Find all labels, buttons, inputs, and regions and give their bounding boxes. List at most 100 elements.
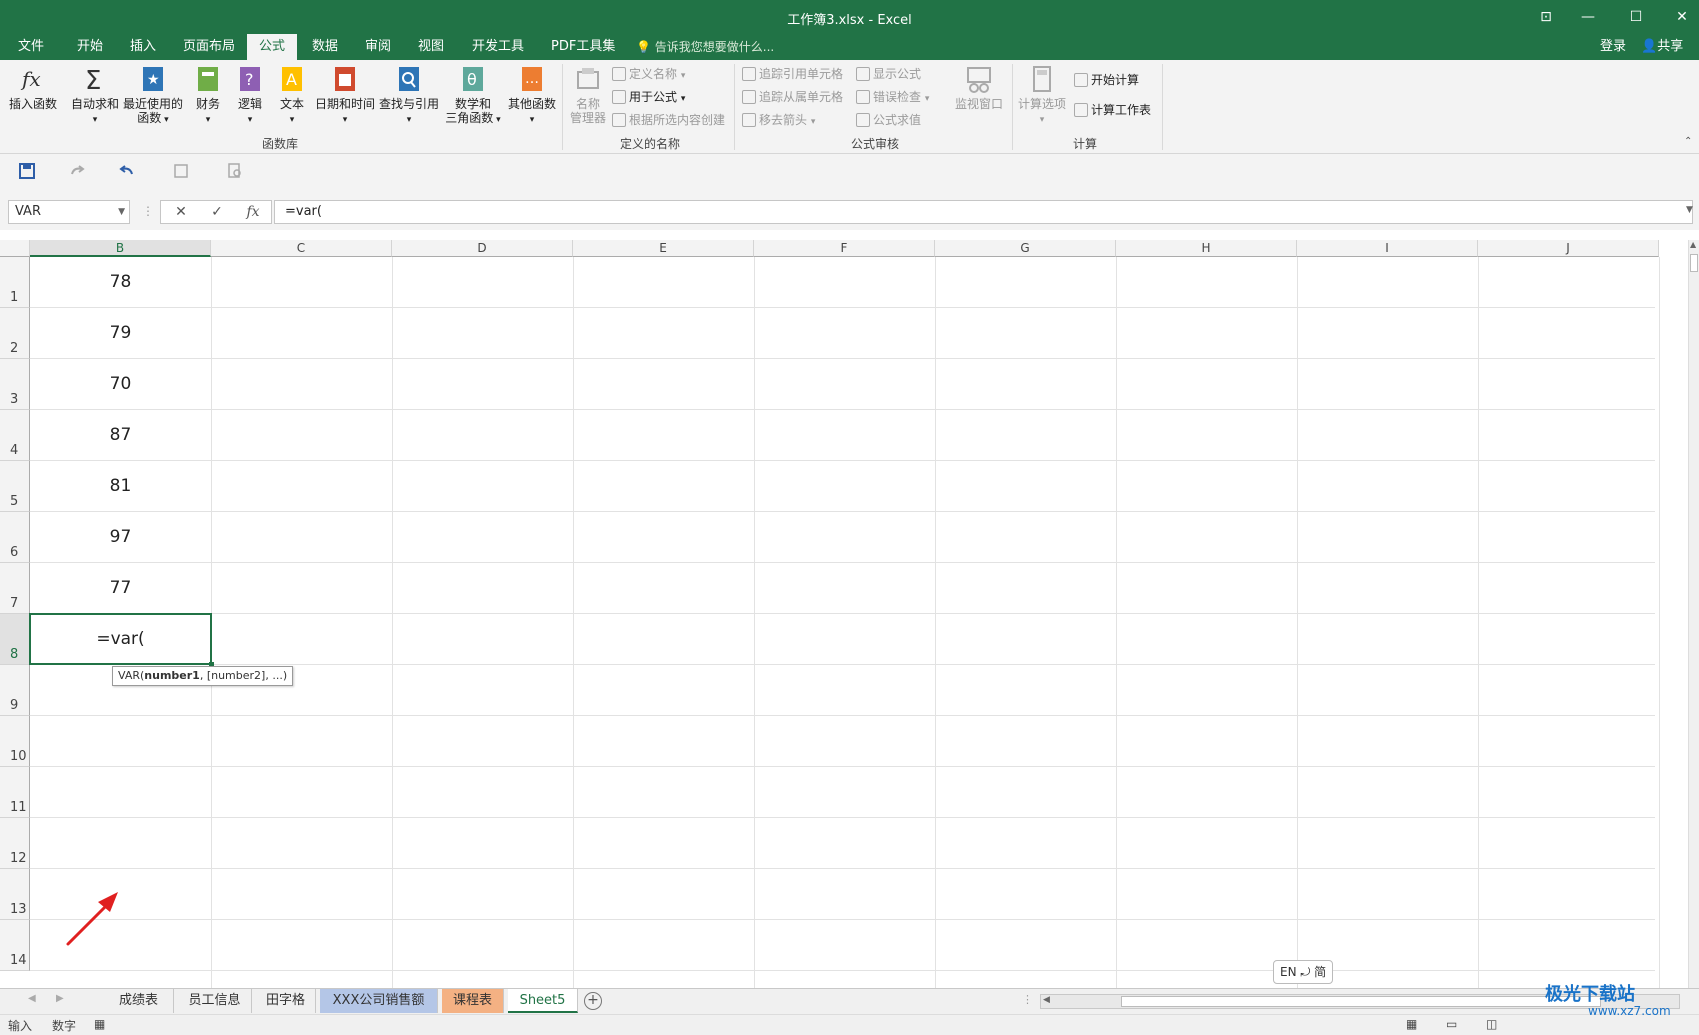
undo-icon[interactable] xyxy=(118,162,136,180)
vertical-scrollbar[interactable]: ▲ xyxy=(1688,240,1699,988)
row-header-3[interactable]: 3 xyxy=(0,359,30,410)
tab-insert[interactable]: 插入 xyxy=(118,34,168,60)
use-in-formula-button[interactable]: 用于公式 ▾ xyxy=(612,87,685,107)
recent-functions-button[interactable]: ★ 最近使用的 函数 ▾ xyxy=(122,64,184,127)
tab-developer[interactable]: 开发工具 xyxy=(460,34,536,60)
calculate-sheet-button[interactable]: 计算工作表 xyxy=(1074,100,1151,120)
sheet-tab-1[interactable]: 成绩表 xyxy=(104,989,174,1013)
column-header-h[interactable]: H xyxy=(1116,240,1297,257)
insert-function-fx-icon[interactable]: fx xyxy=(239,201,267,223)
active-cell-b8[interactable]: =var( xyxy=(29,613,212,665)
save-icon[interactable] xyxy=(18,162,36,180)
sheet-tab-3[interactable]: 田字格 xyxy=(256,989,316,1013)
column-header-d[interactable]: D xyxy=(392,240,573,257)
row-header-7[interactable]: 7 xyxy=(0,563,30,614)
row-header-1[interactable]: 1 xyxy=(0,257,30,308)
maximize-icon[interactable]: ☐ xyxy=(1618,6,1654,28)
row-header-2[interactable]: 2 xyxy=(0,308,30,359)
cell-b3[interactable]: 70 xyxy=(30,359,211,410)
lookup-reference-button[interactable]: 查找与引用 ▾ xyxy=(378,64,440,127)
horizontal-scroll-thumb[interactable] xyxy=(1121,996,1601,1007)
remove-arrows-button[interactable]: 移去箭头 ▾ xyxy=(742,110,815,130)
math-trig-button[interactable]: θ 数学和 三角函数 ▾ xyxy=(442,64,504,127)
cell-b4[interactable]: 87 xyxy=(30,410,211,461)
define-name-button[interactable]: 定义名称 ▾ xyxy=(612,64,685,84)
tab-file[interactable]: 文件 xyxy=(6,34,56,60)
more-functions-button[interactable]: … 其他函数 ▾ xyxy=(504,64,560,127)
redo-icon[interactable] xyxy=(68,162,86,180)
text-functions-button[interactable]: A 文本 ▾ xyxy=(274,64,310,127)
row-header-13[interactable]: 13 xyxy=(0,869,30,920)
create-from-selection-button[interactable]: 根据所选内容创建 xyxy=(612,110,725,130)
row-header-8[interactable]: 8 xyxy=(0,614,30,665)
logical-button[interactable]: ? 逻辑 ▾ xyxy=(232,64,268,127)
autosum-button[interactable]: Σ 自动求和 ▾ xyxy=(68,64,122,127)
formula-input[interactable]: =var( xyxy=(274,200,1693,224)
minimize-icon[interactable]: — xyxy=(1570,6,1606,28)
trace-dependents-button[interactable]: 追踪从属单元格 xyxy=(742,87,843,107)
evaluate-formula-button[interactable]: 公式求值 xyxy=(856,110,921,130)
sheet-tab-5[interactable]: 课程表 xyxy=(442,989,504,1013)
sheet-tab-6[interactable]: Sheet5 xyxy=(508,989,578,1013)
tab-view[interactable]: 视图 xyxy=(406,34,456,60)
tab-formulas[interactable]: 公式 xyxy=(247,34,298,60)
normal-view-icon[interactable]: ▦ xyxy=(1406,1017,1417,1031)
row-header-4[interactable]: 4 xyxy=(0,410,30,461)
row-header-12[interactable]: 12 xyxy=(0,818,30,869)
print-preview-icon[interactable] xyxy=(172,162,190,180)
row-header-14[interactable]: 14 xyxy=(0,920,30,971)
row-header-6[interactable]: 6 xyxy=(0,512,30,563)
column-header-b[interactable]: B xyxy=(30,240,211,257)
column-header-g[interactable]: G xyxy=(935,240,1116,257)
cell-b7[interactable]: 77 xyxy=(30,563,211,614)
sheet-tab-2[interactable]: 员工信息 xyxy=(178,989,252,1013)
sheet-tab-4[interactable]: XXX公司销售额 xyxy=(320,989,438,1013)
scroll-left-icon[interactable]: ◀ xyxy=(1043,995,1050,1005)
page-layout-view-icon[interactable]: ▭ xyxy=(1446,1017,1457,1031)
column-header-c[interactable]: C xyxy=(211,240,392,257)
column-header-j[interactable]: J xyxy=(1478,240,1659,257)
tab-home[interactable]: 开始 xyxy=(65,34,115,60)
macro-record-icon[interactable]: ▦ xyxy=(94,1017,105,1031)
show-formulas-button[interactable]: 显示公式 xyxy=(856,64,921,84)
ribbon-display-options-icon[interactable]: ⊡ xyxy=(1528,6,1564,28)
tab-split-grip-icon[interactable]: ⋮ xyxy=(1022,993,1033,1006)
worksheet-grid[interactable]: BCDEFGHIJ 1 2 3 4 5 6 7 8 9 10 11 12 13 14 78 79 70 87 81… xyxy=(0,230,1699,988)
add-sheet-icon[interactable]: + xyxy=(584,992,602,1010)
row-header-10[interactable]: 10 xyxy=(0,716,30,767)
column-header-i[interactable]: I xyxy=(1297,240,1478,257)
column-header-f[interactable]: F xyxy=(754,240,935,257)
row-header-9[interactable]: 9 xyxy=(0,665,30,716)
error-checking-button[interactable]: 错误检查 ▾ xyxy=(856,87,929,107)
tab-pdf-tools[interactable]: PDF工具集 xyxy=(539,34,627,60)
close-icon[interactable]: ✕ xyxy=(1664,6,1699,28)
sheet-prev-icon[interactable]: ◀ xyxy=(28,993,36,1004)
calculate-now-button[interactable]: 开始计算 xyxy=(1074,70,1139,90)
share-button[interactable]: 👤共享 xyxy=(1641,34,1683,60)
cell-b5[interactable]: 81 xyxy=(30,461,211,512)
tab-data[interactable]: 数据 xyxy=(300,34,350,60)
tell-me-search[interactable]: 💡 告诉我您想要做什么... xyxy=(636,34,774,60)
confirm-entry-icon[interactable]: ✓ xyxy=(203,201,231,223)
sheet-next-icon[interactable]: ▶ xyxy=(56,993,64,1004)
function-tooltip[interactable]: VAR(number1, [number2], ...) xyxy=(112,666,294,686)
login-link[interactable]: 登录 xyxy=(1600,34,1626,60)
trace-precedents-button[interactable]: 追踪引用单元格 xyxy=(742,64,843,84)
collapse-ribbon-icon[interactable]: ⌃ xyxy=(1684,136,1692,147)
name-manager-button[interactable]: 名称 管理器 xyxy=(566,64,610,125)
vertical-scroll-thumb[interactable] xyxy=(1690,254,1698,272)
ime-indicator[interactable]: EN ⤾ 简 xyxy=(1273,960,1334,984)
tab-page-layout[interactable]: 页面布局 xyxy=(171,34,247,60)
watch-window-button[interactable]: 监视窗口 xyxy=(950,64,1008,111)
row-header-5[interactable]: 5 xyxy=(0,461,30,512)
name-box[interactable]: VAR ▼ xyxy=(8,200,130,224)
tab-review[interactable]: 审阅 xyxy=(353,34,403,60)
zoom-preview-icon[interactable] xyxy=(226,162,244,180)
cell-b1[interactable]: 78 xyxy=(30,257,211,308)
select-all-corner[interactable] xyxy=(0,240,30,257)
scroll-up-icon[interactable]: ▲ xyxy=(1690,240,1698,252)
cancel-entry-icon[interactable]: ✕ xyxy=(167,201,195,223)
cell-b2[interactable]: 79 xyxy=(30,308,211,359)
column-header-e[interactable]: E xyxy=(573,240,754,257)
insert-function-button[interactable]: fx 插入函数 xyxy=(6,64,60,111)
